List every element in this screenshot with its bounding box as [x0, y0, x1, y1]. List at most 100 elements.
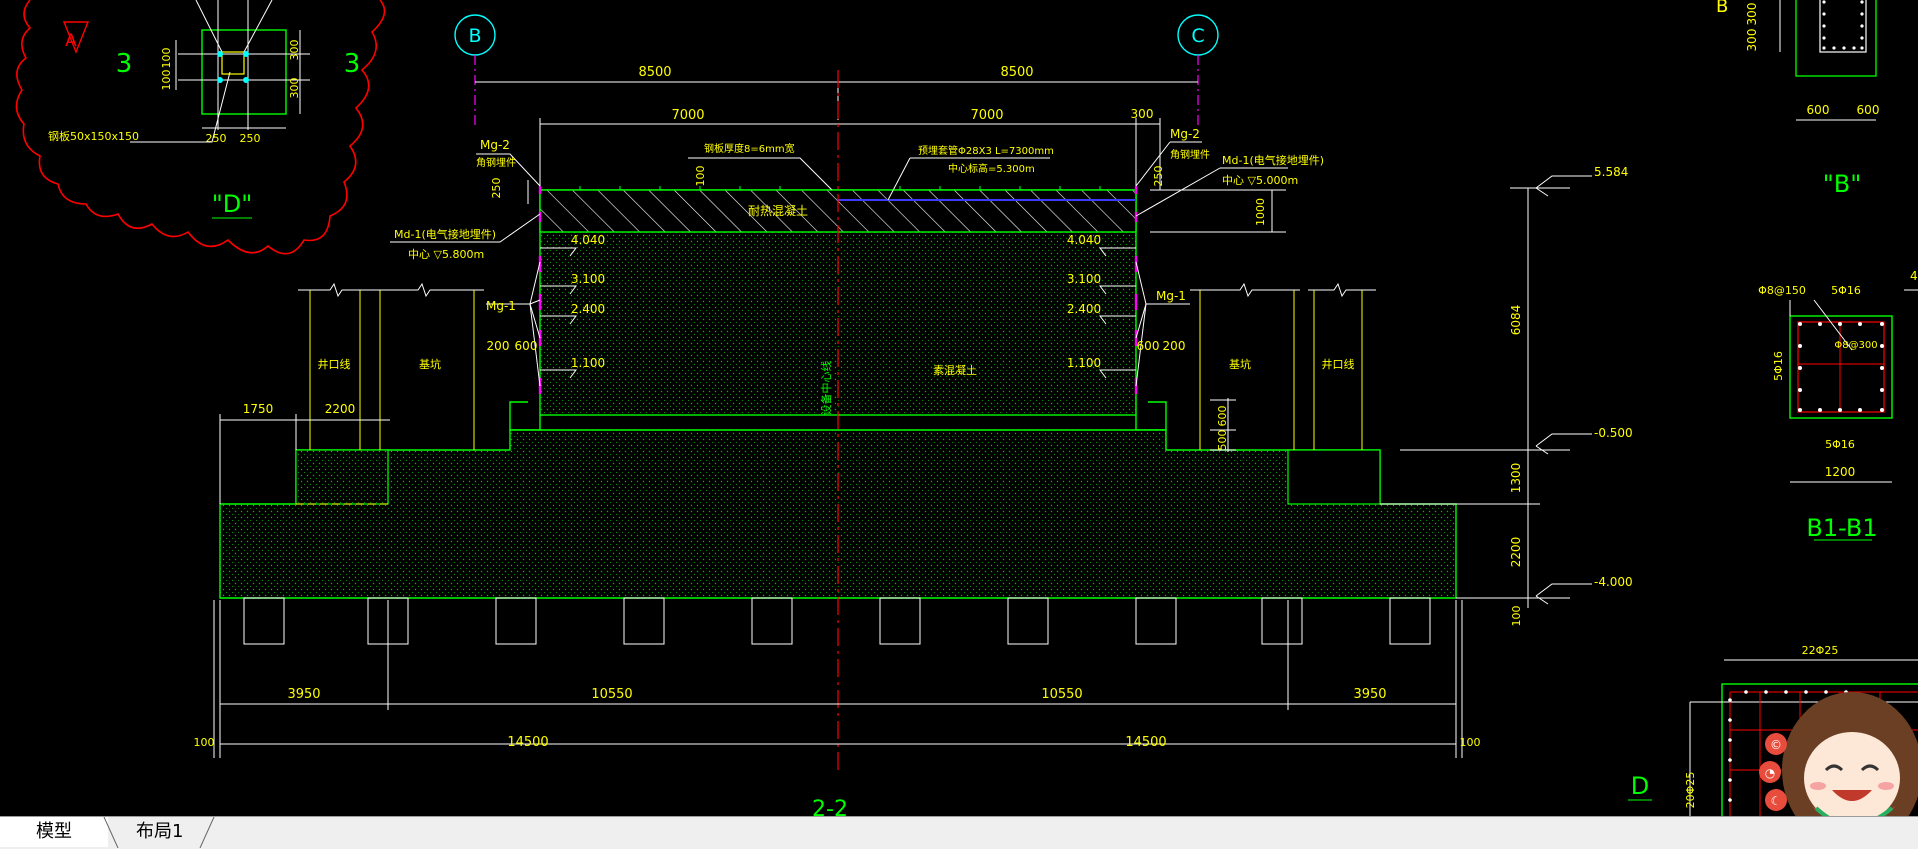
dim-bottom-10550-right: 10550 [1041, 687, 1082, 702]
b1-inner: Φ8@300 [1834, 340, 1877, 351]
mg2-right-sub: 角钢埋件 [1170, 148, 1210, 161]
section-num-left: 3 [116, 49, 133, 79]
mg1-left: Mg-1 [486, 299, 516, 313]
cad-model-canvas[interactable]: A 3 3 300 300 100 100 250 250 钢板50x150x1… [0, 0, 1918, 816]
b1-left-bars: 5Φ16 [1772, 351, 1785, 381]
d2-top-bars: 22Φ25 [1802, 644, 1839, 657]
dim-1750: 1750 [243, 402, 274, 416]
edge-100-right: 100 [1460, 736, 1481, 749]
height-2200: 2200 [1509, 537, 1523, 568]
d2-mark: D [1631, 772, 1649, 800]
tab-separator-2 [199, 817, 215, 848]
embed-pipe-note: 预埋套管Φ28X3 L=7300mm [918, 144, 1054, 157]
b1-cut: 4 [1910, 269, 1918, 283]
dim-bottom-10550-left: 10550 [591, 687, 632, 702]
md1-left: Md-1(电气接地埋件) [394, 227, 496, 241]
axis-bubbles: B C [454, 14, 1219, 128]
dim-8500-right: 8500 [1000, 65, 1033, 80]
detail-b: 300 300 B 600 600 "B" [1716, 0, 1879, 198]
md1-right: Md-1(电气接地埋件) [1222, 153, 1324, 167]
level-right-3: 2.400 [1067, 302, 1101, 316]
b1-title: B1-B1 [1806, 514, 1877, 542]
dim-250: 250 [490, 178, 503, 199]
dim-250-a: 250 [206, 132, 227, 145]
level-left-3: 2.400 [571, 302, 605, 316]
dim-300-b: 300 [288, 78, 301, 99]
wall-right-b: 井口线 [1322, 357, 1355, 371]
anchor-square [221, 51, 245, 75]
section-mark: A [65, 31, 77, 51]
fill-concrete-label: 素混凝土 [933, 363, 977, 377]
dim-300-a: 300 [288, 40, 301, 61]
b1-top-bars: 5Φ16 [1831, 284, 1861, 297]
dim-600-right: 600 [1137, 339, 1160, 353]
steel-plate-note: 钢板厚度8=6mm宽 [704, 142, 795, 155]
detail-d-title: "D" [212, 190, 253, 218]
level-right-1: 4.040 [1067, 233, 1101, 247]
axis-b-label: B [468, 25, 481, 47]
mg2-right: Mg-2 [1170, 127, 1200, 141]
axis-c-label: C [1191, 25, 1204, 47]
dim-8500-left: 8500 [638, 65, 671, 80]
b1-stirrup: Φ8@150 [1758, 284, 1806, 297]
dim-b-300-b: 300 [1745, 29, 1759, 52]
section-b1-b1: Φ8@150 5Φ16 Φ8@300 5Φ16 5Φ16 1200 B1-B1 … [1758, 269, 1918, 542]
dim-200-right: 200 [1163, 339, 1186, 353]
b1-bottom-bars: 5Φ16 [1825, 438, 1855, 451]
layout-tab-bar: 模型 布局1 [0, 816, 1918, 849]
dim-bottom-14500-left: 14500 [507, 735, 548, 750]
svg-text:◔: ◔ [1765, 766, 1775, 780]
level-left-4: 1.100 [571, 356, 605, 370]
elev-minus-0500: -0.500 [1594, 426, 1633, 440]
embed-center-note: 中心标高=5.300m [948, 162, 1035, 175]
wall-left-a: 井口线 [318, 357, 351, 371]
dim-300: 300 [1131, 107, 1154, 121]
dim-100-a: 100 [160, 48, 173, 69]
tab-layout1[interactable]: 布局1 [110, 817, 210, 847]
dim-600-v: 600 [1216, 406, 1229, 427]
mg1-right: Mg-1 [1156, 289, 1186, 303]
svg-text:©: © [1770, 738, 1782, 752]
dim-1000: 1000 [1254, 198, 1267, 226]
dim-bottom-14500-right: 14500 [1125, 735, 1166, 750]
md1-right-sub: 中心 ▽5.000m [1222, 174, 1298, 187]
level-left-1: 4.040 [571, 233, 605, 247]
section-2-2: 8500 8500 7000 7000 300 耐热混凝土 设备中心线 素混凝土… [194, 65, 1633, 816]
dim-b-600-a: 600 [1807, 103, 1830, 117]
tab-model[interactable]: 模型 [0, 817, 108, 847]
tab-layout1-label: 布局1 [136, 821, 184, 842]
section-num-right: 3 [344, 49, 361, 79]
dim-100: 100 [694, 166, 707, 187]
dim-b-600-b: 600 [1857, 103, 1880, 117]
b1-width: 1200 [1825, 465, 1856, 479]
plate-note: 钢板50x150x150 [48, 129, 139, 143]
dim-7000-right: 7000 [970, 108, 1003, 123]
edge-100-left: 100 [194, 736, 215, 749]
wall-left-b: 基坑 [419, 357, 441, 371]
top-concrete-label: 耐热混凝土 [748, 203, 808, 218]
detail-b-title: "B" [1823, 170, 1862, 198]
detail-d: A 3 3 300 300 100 100 250 250 钢板50x150x1… [15, 0, 386, 255]
elev-5584: 5.584 [1594, 165, 1628, 179]
level-left-2: 3.100 [571, 272, 605, 286]
dim-bottom-3950-left: 3950 [287, 687, 320, 702]
dim-100-b: 100 [160, 70, 173, 91]
dim-250-b: 250 [240, 132, 261, 145]
dim-500-v: 500 [1216, 430, 1229, 451]
dim-bottom-3950-right: 3950 [1353, 687, 1386, 702]
wall-right-a: 基坑 [1229, 357, 1251, 371]
level-right-4: 1.100 [1067, 356, 1101, 370]
svg-text:☾: ☾ [1771, 794, 1782, 808]
d2-side-bars: 20Φ25 [1684, 772, 1697, 809]
piles [243, 597, 1431, 645]
height-6084: 6084 [1509, 305, 1523, 336]
height-100: 100 [1510, 606, 1523, 627]
mascot-widget[interactable]: © ◔ ☾ [1759, 692, 1918, 816]
dim-200-left: 200 [487, 339, 510, 353]
level-right-2: 3.100 [1067, 272, 1101, 286]
section-title: 2-2 [812, 797, 848, 816]
dim-7000-left: 7000 [671, 108, 704, 123]
md1-left-sub: 中心 ▽5.800m [408, 248, 484, 261]
tab-model-label: 模型 [36, 821, 72, 842]
height-1300: 1300 [1509, 463, 1523, 494]
